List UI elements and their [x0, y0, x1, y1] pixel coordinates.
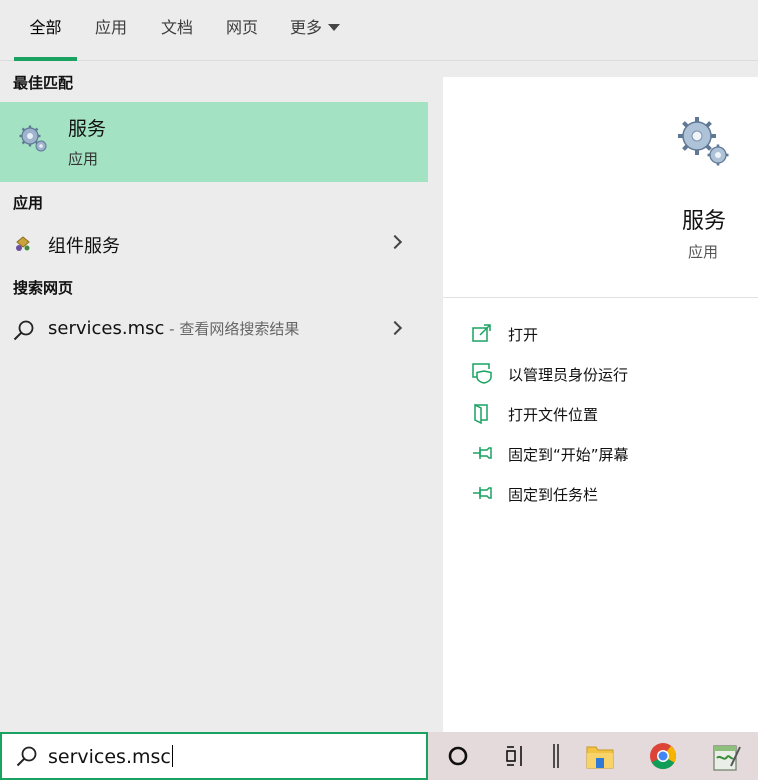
task-view-icon	[506, 746, 522, 766]
taskbar: services.msc	[0, 732, 758, 780]
best-match-title: 服务	[68, 118, 107, 140]
cortana-button[interactable]	[438, 738, 478, 774]
action-open-file-location[interactable]: 打开文件位置	[471, 400, 751, 430]
action-label: 固定到“开始”屏幕	[508, 446, 629, 464]
best-match-subtitle: 应用	[68, 150, 99, 168]
action-label: 以管理员身份运行	[508, 366, 629, 384]
tab-documents[interactable]: 文档	[152, 0, 202, 61]
notepad-icon	[713, 745, 741, 771]
web-result-query: services.msc	[48, 318, 165, 339]
action-label: 打开文件位置	[508, 406, 599, 424]
search-icon	[16, 746, 37, 767]
chevron-right-icon[interactable]	[387, 234, 403, 250]
chrome-button[interactable]	[643, 738, 683, 774]
text-caret	[171, 745, 173, 767]
action-pin-to-taskbar[interactable]: 固定到任务栏	[471, 480, 751, 510]
tab-more-label: 更多	[290, 18, 323, 37]
search-icon	[13, 320, 34, 341]
search-filter-tabs: 全部 应用 文档 网页 更多	[0, 0, 758, 61]
section-heading-apps: 应用	[13, 194, 44, 212]
tab-apps-label: 应用	[94, 18, 127, 37]
section-heading-best-match: 最佳匹配	[13, 74, 74, 92]
pin-icon	[473, 487, 492, 499]
preview-subtitle: 应用	[687, 243, 718, 261]
tab-more[interactable]: 更多	[282, 0, 352, 61]
tab-documents-label: 文档	[160, 18, 193, 37]
search-query-value: services.msc	[48, 746, 171, 768]
action-label: 固定到任务栏	[508, 486, 599, 504]
app-result-component-services[interactable]: 组件服务	[0, 224, 428, 264]
windows-search-panel: 全部 应用 文档 网页 更多 最佳匹配 服务 应用 应用 组件服务 搜索网页 s…	[0, 0, 758, 780]
action-label: 打开	[508, 326, 539, 344]
tab-apps[interactable]: 应用	[86, 0, 136, 61]
tab-web-label: 网页	[225, 18, 258, 37]
tab-all[interactable]: 全部	[14, 0, 77, 61]
search-input[interactable]: services.msc	[0, 732, 428, 780]
tab-all-label: 全部	[29, 18, 62, 37]
cortana-circle-icon	[448, 746, 468, 766]
best-match-result-services[interactable]: 服务 应用	[0, 102, 428, 182]
component-services-icon	[16, 236, 30, 251]
preview-pane: 服务 应用 打开 以管理员身份运行 打开文件位置 固定到“开始”屏幕 固定到任务…	[443, 77, 758, 732]
notepad-app-button[interactable]	[705, 738, 745, 774]
web-result-suffix: - 查看网络搜索结果	[164, 320, 300, 338]
action-pin-to-start[interactable]: 固定到“开始”屏幕	[471, 440, 751, 470]
preview-divider	[443, 297, 758, 298]
web-result-services-msc[interactable]: services.msc - 查看网络搜索结果	[0, 310, 428, 350]
section-heading-web: 搜索网页	[13, 279, 74, 297]
file-explorer-button[interactable]	[580, 738, 620, 774]
services-gear-icon	[19, 125, 47, 152]
action-run-as-admin[interactable]: 以管理员身份运行	[471, 360, 751, 390]
file-explorer-icon	[586, 746, 614, 769]
open-icon	[472, 324, 491, 342]
app-result-label: 组件服务	[48, 236, 120, 257]
shield-run-as-admin-icon	[472, 363, 492, 384]
action-open[interactable]: 打开	[471, 320, 751, 350]
chrome-icon	[650, 743, 677, 770]
file-location-icon	[474, 403, 488, 424]
chevron-right-icon[interactable]	[387, 320, 403, 336]
separator-icon	[553, 744, 559, 768]
taskbar-separator	[537, 738, 577, 774]
caret-down-icon	[328, 24, 341, 31]
web-result-label: services.msc - 查看网络搜索结果	[48, 318, 299, 339]
preview-title: 服务	[681, 209, 726, 234]
search-query-text: services.msc	[48, 745, 173, 768]
pin-icon	[473, 447, 492, 459]
task-view-button[interactable]	[497, 738, 537, 774]
services-gear-icon	[678, 117, 729, 166]
tab-web[interactable]: 网页	[217, 0, 267, 61]
results-list: 最佳匹配 服务 应用 应用 组件服务 搜索网页 services.msc - 查…	[0, 61, 428, 732]
